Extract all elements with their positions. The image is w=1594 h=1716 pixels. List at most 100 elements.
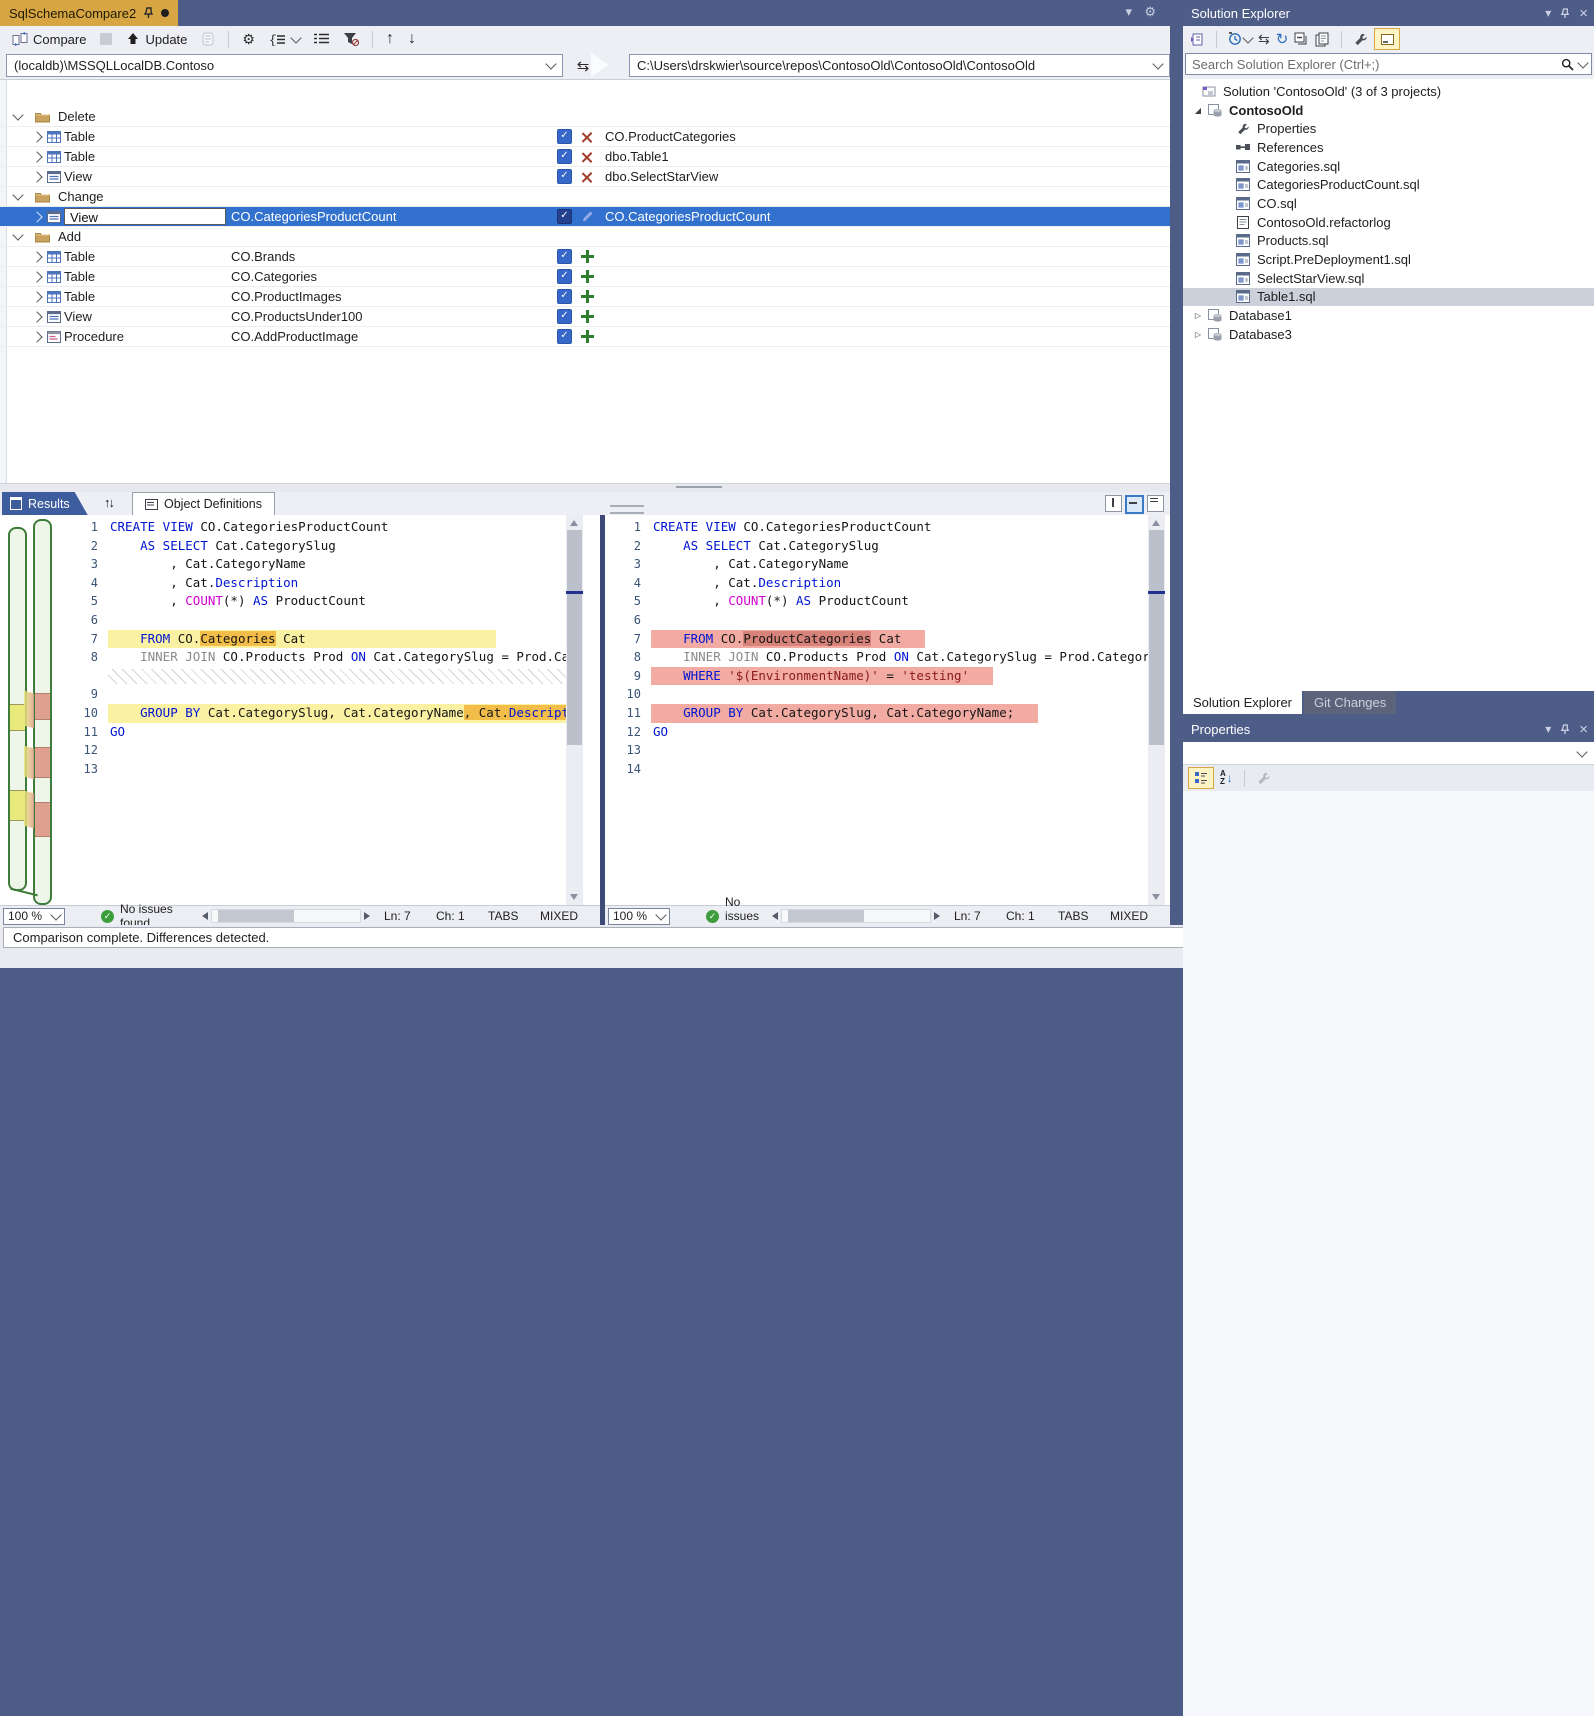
scroll-down-icon[interactable] — [570, 894, 578, 900]
compare-row[interactable]: ViewCO.ProductsUnder100✓ — [0, 307, 1170, 327]
tree-item[interactable]: References — [1183, 138, 1594, 157]
tab-object-definitions[interactable]: Object Definitions — [132, 492, 275, 515]
tree-item[interactable]: Products.sql — [1183, 232, 1594, 251]
switch-views-icon[interactable] — [1189, 32, 1205, 47]
tree-item[interactable]: CO.sql — [1183, 194, 1594, 213]
row-expander[interactable] — [28, 153, 44, 161]
compare-row[interactable]: TableCO.Brands✓ — [0, 247, 1170, 267]
expanded-arrow-icon[interactable]: ◢ — [1191, 106, 1205, 115]
tab-list-chevron-icon[interactable]: ▾ — [1125, 4, 1132, 20]
include-checkbox[interactable]: ✓ — [557, 269, 572, 284]
scroll-right-icon[interactable] — [934, 912, 940, 920]
collapsed-arrow-icon[interactable]: ▷ — [1191, 330, 1205, 339]
scroll-track[interactable] — [781, 909, 931, 923]
dock-splitter[interactable] — [1170, 0, 1183, 925]
filter-icon[interactable] — [337, 30, 365, 48]
search-box[interactable] — [1185, 53, 1592, 75]
compare-row[interactable]: TableCO.Categories✓ — [0, 267, 1170, 287]
window-menu-icon[interactable]: ▾ — [1545, 6, 1551, 20]
compare-row[interactable]: Table✓dbo.Table1 — [0, 147, 1170, 167]
scroll-left-icon[interactable] — [202, 912, 208, 920]
tree-item[interactable]: Properties — [1183, 119, 1594, 138]
tree-item[interactable]: Categories.sql — [1183, 157, 1594, 176]
properties-pages-icon[interactable] — [1315, 32, 1330, 47]
pending-changes-filter-icon[interactable] — [1228, 32, 1252, 46]
update-button[interactable]: Update — [120, 30, 193, 49]
next-difference-icon[interactable]: ↓ — [402, 30, 422, 48]
include-checkbox[interactable]: ✓ — [557, 209, 572, 224]
include-checkbox[interactable]: ✓ — [557, 289, 572, 304]
compare-row[interactable]: ProcedureCO.AddProductImage✓ — [0, 327, 1170, 347]
compare-button[interactable]: Compare — [6, 30, 92, 49]
sort-icon[interactable]: ↑↓ — [104, 495, 113, 510]
collapse-all-icon[interactable] — [1294, 32, 1309, 47]
categorized-view-button[interactable] — [1188, 767, 1214, 789]
previous-difference-icon[interactable]: ↑ — [380, 30, 400, 48]
group-expander[interactable] — [10, 114, 26, 119]
scroll-up-icon[interactable] — [570, 520, 578, 526]
row-expander[interactable] — [28, 173, 44, 181]
document-tab-sqlschemacompare[interactable]: SqlSchemaCompare2 — [0, 0, 178, 26]
preview-selected-items-toggle[interactable] — [1374, 28, 1400, 50]
compare-row[interactable]: View✓dbo.SelectStarView — [0, 167, 1170, 187]
refresh-icon[interactable]: ↻ — [1276, 30, 1289, 48]
pin-icon[interactable] — [143, 7, 154, 19]
row-expander[interactable] — [28, 293, 44, 301]
include-checkbox[interactable]: ✓ — [557, 309, 572, 324]
options-gear-icon[interactable]: ⚙ — [236, 30, 261, 48]
row-expander[interactable] — [28, 133, 44, 141]
close-icon[interactable]: × — [1579, 5, 1588, 22]
tree-item[interactable]: CategoriesProductCount.sql — [1183, 175, 1594, 194]
pane-grip[interactable] — [610, 505, 644, 514]
horizontal-split-button[interactable] — [1125, 495, 1144, 514]
tab-results[interactable]: Results — [2, 492, 88, 515]
scrollbar-thumb[interactable] — [788, 910, 864, 922]
compare-row[interactable]: ViewCO.CategoriesProductCount✓CO.Categor… — [0, 207, 1170, 227]
scroll-right-icon[interactable] — [364, 912, 370, 920]
tree-item[interactable]: SelectStarView.sql — [1183, 269, 1594, 288]
tree-item[interactable]: ContosoOld.refactorlog — [1183, 213, 1594, 232]
target-definition-editor[interactable]: 1CREATE VIEW CO.CategoriesProductCount2 … — [605, 515, 1170, 905]
group-results-dropdown[interactable]: { — [263, 31, 306, 48]
properties-object-dropdown[interactable] — [1183, 742, 1594, 765]
tree-item[interactable]: ▷Database3 — [1183, 325, 1594, 344]
tree-item[interactable]: ▷Database1 — [1183, 306, 1594, 325]
solution-explorer-titlebar[interactable]: Solution Explorer ▾ × — [1183, 0, 1594, 26]
scroll-track[interactable] — [211, 909, 361, 923]
right-editor-scrollbar[interactable] — [1148, 515, 1165, 905]
search-icon[interactable] — [1561, 58, 1574, 71]
scroll-left-icon[interactable] — [772, 912, 778, 920]
include-checkbox[interactable]: ✓ — [557, 329, 572, 344]
include-checkbox[interactable]: ✓ — [557, 249, 572, 264]
tree-item[interactable]: ◢ContosoOld — [1183, 101, 1594, 120]
horizontal-scrollbar[interactable] — [202, 909, 370, 923]
row-expander[interactable] — [28, 273, 44, 281]
search-input[interactable] — [1190, 56, 1561, 73]
show-all-files-wrench-icon[interactable] — [1353, 32, 1368, 47]
collapsed-arrow-icon[interactable]: ▷ — [1191, 311, 1205, 320]
row-expander[interactable] — [28, 253, 44, 261]
include-checkbox[interactable]: ✓ — [557, 129, 572, 144]
horizontal-scrollbar[interactable] — [772, 909, 940, 923]
group-expander[interactable] — [10, 234, 26, 239]
scrollbar-thumb[interactable] — [567, 530, 582, 745]
target-project-dropdown[interactable]: C:\Users\drskwier\source\repos\ContosoOl… — [629, 54, 1170, 77]
tab-solution-explorer[interactable]: Solution Explorer — [1183, 691, 1302, 714]
tab-git-changes[interactable]: Git Changes — [1304, 691, 1396, 714]
left-editor-scrollbar[interactable] — [566, 515, 583, 905]
scroll-up-icon[interactable] — [1152, 520, 1160, 526]
source-database-dropdown[interactable]: (localdb)\MSSQLLocalDB.Contoso — [6, 54, 563, 77]
row-expander[interactable] — [28, 333, 44, 341]
tree-item[interactable]: Script.PreDeployment1.sql — [1183, 250, 1594, 269]
search-options-chevron-icon[interactable] — [1577, 57, 1588, 68]
tree-item[interactable]: Table1.sql — [1183, 288, 1594, 307]
scroll-down-icon[interactable] — [1152, 894, 1160, 900]
scrollbar-thumb[interactable] — [218, 910, 294, 922]
zoom-dropdown[interactable]: 100 % — [608, 908, 670, 925]
tabstrip-gear-icon[interactable]: ⚙ — [1144, 4, 1156, 20]
source-definition-editor[interactable]: 1CREATE VIEW CO.CategoriesProductCount2 … — [0, 515, 600, 905]
compare-row[interactable]: Table✓CO.ProductCategories — [0, 127, 1170, 147]
group-expander[interactable] — [10, 194, 26, 199]
row-expander[interactable] — [28, 213, 44, 221]
compare-group-row[interactable]: Delete — [0, 107, 1170, 127]
